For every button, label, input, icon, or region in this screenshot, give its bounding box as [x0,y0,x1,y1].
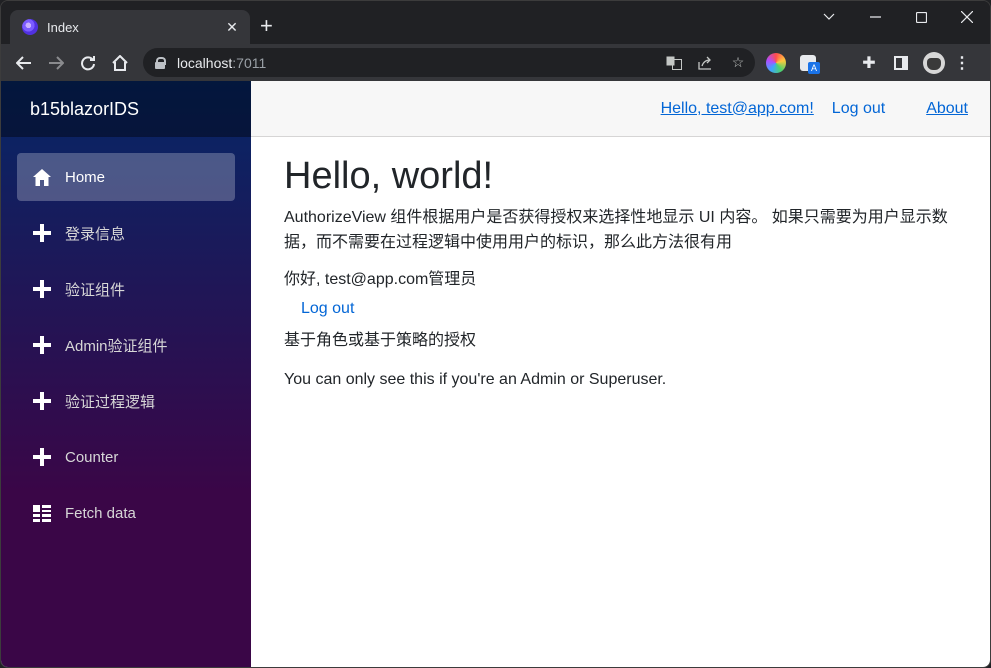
tab-strip: Index ✕ + [1,1,990,44]
url-host: localhost [177,54,233,71]
minimize-button[interactable] [852,1,898,33]
forward-button[interactable] [40,49,72,77]
back-button[interactable] [8,49,40,77]
web-page: b15blazorIDS Home 登录信息 验证组件 Admin验证组件 验证… [1,81,990,667]
more-menu-icon[interactable]: ⋮ [954,53,970,73]
microsoft-extension-icon[interactable] [830,54,847,71]
browser-window: Index ✕ + localhost:7011 ☆ A ✚ ⋮ b15bla… [0,0,991,668]
nav-item-auth-component[interactable]: 验证组件 [17,265,235,313]
intro-text: AuthorizeView 组件根据用户是否获得授权来选择性地显示 UI 内容。… [284,209,948,251]
share-icon[interactable] [697,54,715,72]
top-row: Hello, test@app.com! Log out About [251,81,990,137]
translate-page-icon[interactable] [665,54,683,72]
nav-item-label: 验证组件 [65,281,126,299]
nav-item-label: Fetch data [65,504,136,522]
lock-icon [155,57,166,69]
close-tab-icon[interactable]: ✕ [224,19,240,36]
plus-icon [33,336,51,354]
translate-extension-icon [800,54,820,74]
nav-item-label: Counter [65,448,119,466]
bookmark-star-icon[interactable]: ☆ [729,54,747,72]
side-panel-icon [894,55,908,70]
side-panel-button[interactable] [891,53,911,73]
plus-icon [33,448,51,466]
sidebar: b15blazorIDS Home 登录信息 验证组件 Admin验证组件 验证… [1,81,251,667]
brand-link[interactable]: b15blazorIDS [30,99,139,120]
chevron-down-icon [823,13,835,20]
nav-item-login-info[interactable]: 登录信息 [17,209,235,257]
browser-toolbar: localhost :7011 ☆ ✚ ⋮ [1,44,990,81]
maximize-button[interactable] [898,1,944,33]
nav-item-label: Home [65,168,106,186]
nav-item-auth-logic[interactable]: 验证过程逻辑 [17,377,235,425]
nav-item-label: Admin验证组件 [65,337,168,355]
translate-extension-button[interactable] [798,53,820,74]
address-bar[interactable]: localhost :7011 ☆ [143,48,755,77]
nav-item-fetch-data[interactable]: Fetch data [17,489,235,537]
arrow-left-icon [16,55,31,70]
content-logout-link[interactable]: Log out [301,298,354,320]
maximize-icon [915,11,927,23]
close-window-button[interactable] [944,1,990,33]
close-icon [961,11,973,23]
tab-search-button[interactable] [806,1,852,33]
url-port: :7011 [232,54,267,71]
arrow-right-icon [49,55,64,70]
extensions-puzzle-icon[interactable]: ✚ [859,53,879,73]
about-link[interactable]: About [926,100,968,118]
minimize-icon [869,16,881,18]
home-button[interactable] [104,49,136,77]
nav-item-counter[interactable]: Counter [17,433,235,481]
nav-item-admin-auth-component[interactable]: Admin验证组件 [17,321,235,369]
plus-icon [33,224,51,242]
user-profile-link[interactable]: Hello, test@app.com! [661,100,814,118]
tab-title: Index [47,19,79,35]
plus-icon [33,392,51,410]
nav-item-label: 登录信息 [65,225,126,243]
nav-item-home[interactable]: Home [17,153,235,201]
page-content: Hello, world! AuthorizeView 组件根据用户是否获得授权… [251,137,990,392]
main-area: Hello, test@app.com! Log out About Hello… [251,81,990,667]
profile-avatar[interactable] [923,51,945,74]
color-picker-extension-icon[interactable] [766,52,786,73]
greeting-text: 你好, test@app.com管理员 [284,271,477,288]
reload-button[interactable] [72,49,104,77]
extensions-area: ✚ ⋮ [766,44,970,81]
list-icon [33,504,51,522]
policy-text: 基于角色或基于策略的授权 [284,332,477,349]
blazor-favicon-icon [22,19,38,35]
reload-icon [81,55,95,70]
nav-item-label: 验证过程逻辑 [65,393,156,411]
plus-icon [33,280,51,298]
new-tab-button[interactable]: + [260,15,273,37]
top-logout-link[interactable]: Log out [832,100,885,118]
home-icon [33,168,51,186]
admin-only-text: You can only see this if you're an Admin… [284,371,667,388]
tab-index[interactable]: Index ✕ [10,10,250,44]
window-controls [806,1,990,33]
nav-menu: Home 登录信息 验证组件 Admin验证组件 验证过程逻辑 Counter … [1,137,251,545]
page-title: Hello, world! [284,155,494,197]
home-outline-icon [112,54,128,71]
brand-bar: b15blazorIDS [1,81,251,137]
